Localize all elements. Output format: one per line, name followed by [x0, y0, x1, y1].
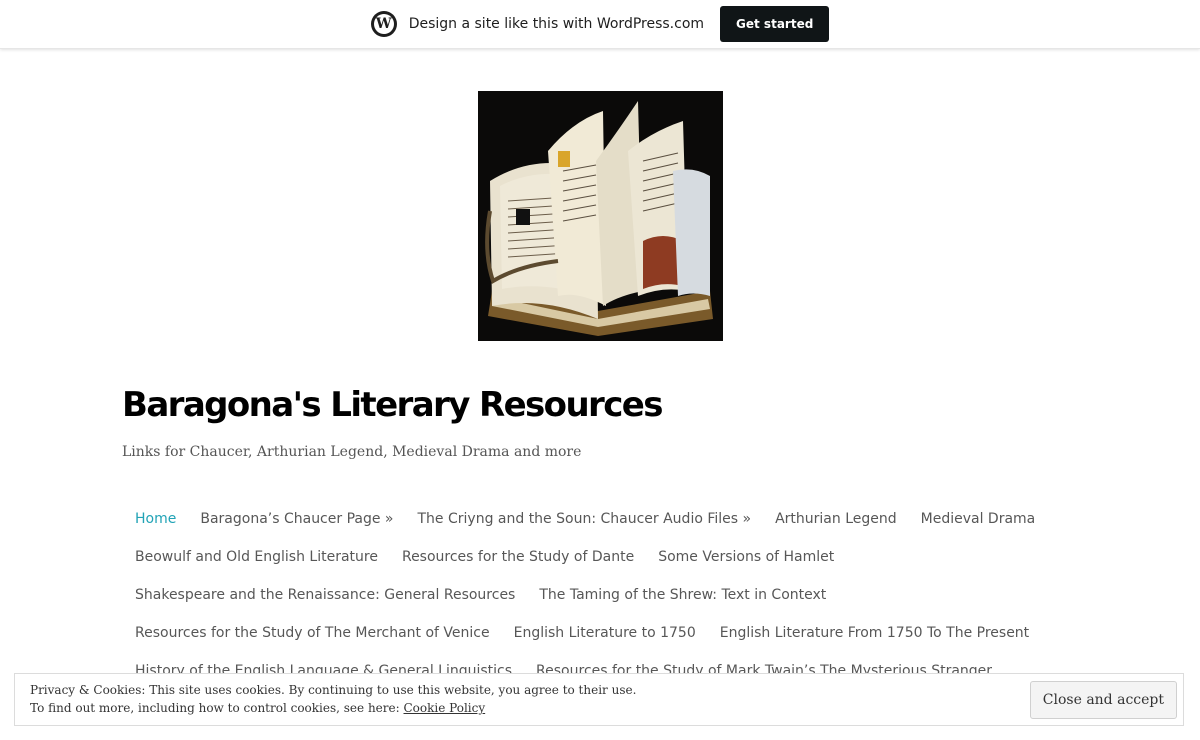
nav-item-medieval-drama[interactable]: Medieval Drama [909, 511, 1048, 527]
nav-row: Home Baragona’s Chaucer Page » The Criyn… [123, 500, 1083, 538]
get-started-button[interactable]: Get started [720, 6, 830, 42]
nav-row: Beowulf and Old English Literature Resou… [123, 538, 1083, 576]
site-tagline: Links for Chaucer, Arthurian Legend, Med… [122, 444, 582, 460]
nav-item-english-lit-to-1750[interactable]: English Literature to 1750 [502, 625, 708, 641]
main-navigation: Home Baragona’s Chaucer Page » The Criyn… [123, 500, 1083, 690]
cookie-notice-line: To find out more, including how to contr… [30, 699, 636, 717]
nav-row: Resources for the Study of The Merchant … [123, 614, 1083, 652]
promo-text: Design a site like this with WordPress.c… [408, 16, 705, 32]
nav-item-chaucer-page[interactable]: Baragona’s Chaucer Page » [188, 511, 405, 527]
nav-item-beowulf[interactable]: Beowulf and Old English Literature [123, 549, 390, 565]
nav-row: Shakespeare and the Renaissance: General… [123, 576, 1083, 614]
nav-item-english-lit-from-1750[interactable]: English Literature From 1750 To The Pres… [708, 625, 1041, 641]
close-and-accept-button[interactable]: Close and accept [1029, 681, 1177, 719]
wordpress-icon[interactable]: W [370, 11, 397, 37]
wordpress-promo-bar: W Design a site like this with WordPress… [0, 0, 1200, 49]
cookie-policy-link[interactable]: Cookie Policy [404, 701, 486, 715]
header-image[interactable] [478, 91, 723, 341]
site-title[interactable]: Baragona's Literary Resources [122, 385, 663, 425]
nav-item-arthurian-legend[interactable]: Arthurian Legend [763, 511, 909, 527]
nav-item-dante[interactable]: Resources for the Study of Dante [390, 549, 646, 565]
nav-item-taming-of-the-shrew[interactable]: The Taming of the Shrew: Text in Context [527, 587, 838, 603]
cookie-notice-prefix: To find out more, including how to contr… [30, 701, 400, 715]
nav-item-home[interactable]: Home [123, 511, 188, 527]
nav-item-shakespeare[interactable]: Shakespeare and the Renaissance: General… [123, 587, 527, 603]
open-book-image [478, 91, 723, 341]
cookie-notice-line: Privacy & Cookies: This site uses cookie… [30, 683, 637, 697]
cookie-notice: Privacy & Cookies: This site uses cookie… [30, 681, 636, 717]
cookie-banner: Privacy & Cookies: This site uses cookie… [14, 673, 1184, 726]
nav-item-hamlet[interactable]: Some Versions of Hamlet [646, 549, 846, 565]
nav-item-chaucer-audio[interactable]: The Criyng and the Soun: Chaucer Audio F… [406, 511, 764, 527]
nav-item-merchant-of-venice[interactable]: Resources for the Study of The Merchant … [123, 625, 502, 641]
